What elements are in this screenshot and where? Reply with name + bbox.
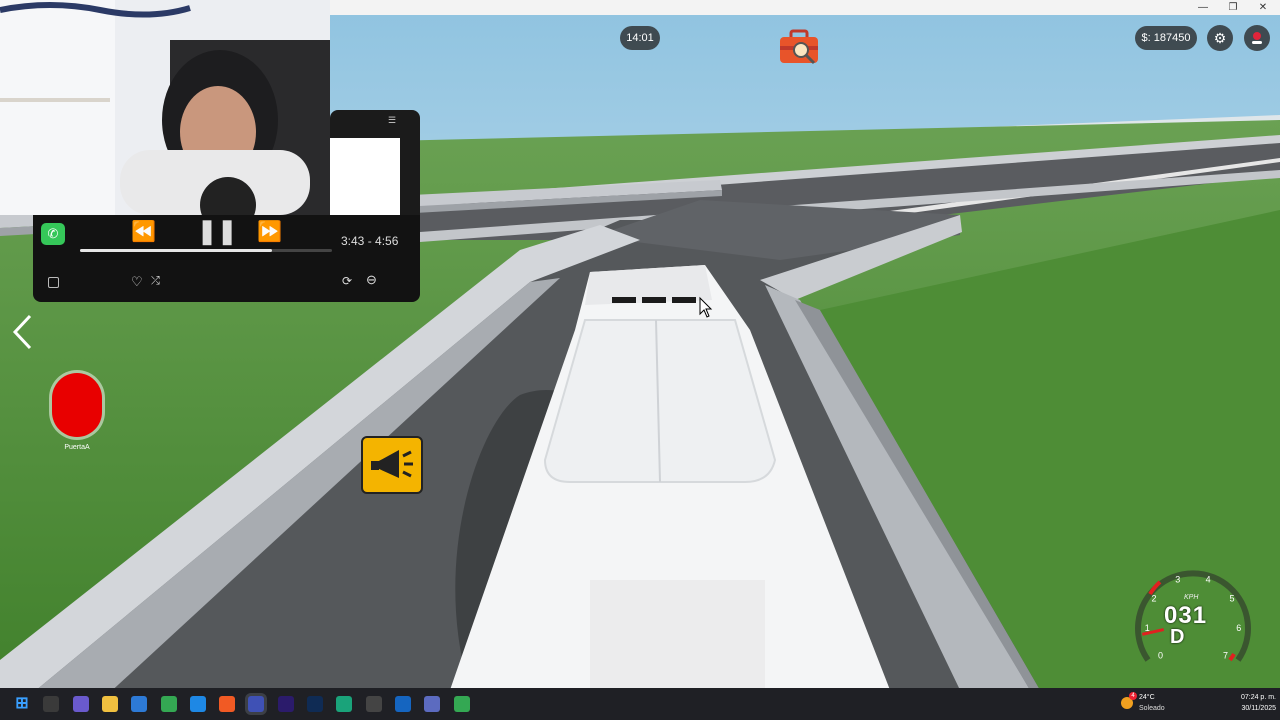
progress-track[interactable] (80, 249, 332, 252)
weather-temp[interactable]: 24°C (1139, 694, 1155, 701)
window-titlebar (330, 0, 1280, 15)
taskbar-time[interactable]: 07:24 p. m. (1220, 694, 1276, 701)
store-icon[interactable] (131, 696, 148, 712)
speed-unit: KPH (1184, 594, 1199, 601)
chrome-profile-icon[interactable] (453, 696, 470, 712)
app-icon[interactable] (424, 696, 441, 712)
heart-icon[interactable]: ♡ (131, 274, 143, 290)
speedometer: 01234567 KPH 031 D (1130, 560, 1256, 670)
windows-start-icon[interactable]: ⊞ (14, 696, 30, 712)
phone-icon[interactable]: ✆ (41, 223, 65, 245)
repeat-icon[interactable]: ⟳ (342, 274, 352, 288)
megaphone-icon[interactable] (361, 436, 423, 494)
obs-icon[interactable] (365, 696, 382, 712)
weather-badge: 4 (1129, 692, 1137, 700)
stop-square-icon[interactable] (48, 277, 59, 288)
close-button[interactable]: ✕ (1248, 0, 1278, 15)
file-explorer-icon[interactable] (101, 696, 118, 712)
money-display: $: 187450 (1135, 26, 1197, 50)
back-arrow-icon[interactable] (10, 313, 36, 351)
rewind-icon[interactable]: ⏪ (131, 219, 156, 244)
pause-icon[interactable]: ❚❚ (197, 217, 237, 246)
shuffle-icon[interactable]: ⤮ (151, 275, 160, 288)
briefcase-search-icon[interactable] (778, 28, 824, 68)
roblox-icon[interactable] (248, 696, 265, 712)
minus-circle-icon[interactable]: ⊖ (366, 272, 377, 288)
brave-icon[interactable] (219, 696, 236, 712)
fast-forward-icon[interactable]: ⏩ (257, 219, 282, 244)
restore-button[interactable]: ❐ (1218, 0, 1248, 15)
chrome-icon[interactable] (160, 696, 177, 712)
speedometer-tick-0: 0 (1158, 651, 1163, 661)
webcam-overlay (0, 0, 330, 215)
weather-desc: Soleado (1139, 705, 1165, 712)
music-player: ✆ ⏪ ❚❚ ⏩ 3:43 - 4:56 ♡ ⤮ ⟳ ⊖ (33, 215, 420, 302)
speedometer-tick-5: 5 (1229, 594, 1234, 604)
record-icon[interactable] (1244, 25, 1270, 51)
edge-icon[interactable] (189, 696, 206, 712)
gear-icon[interactable]: ⚙ (1207, 25, 1233, 51)
photoshop-icon[interactable] (307, 696, 323, 712)
copilot-icon[interactable] (72, 696, 89, 712)
progress-fill (80, 249, 272, 252)
speedometer-tick-7: 7 (1223, 651, 1228, 661)
taskbar-date[interactable]: 30/11/2025 (1220, 705, 1276, 712)
minimize-button[interactable]: — (1188, 0, 1218, 15)
door-button-label: PuertaA (64, 444, 90, 451)
capcut-icon[interactable] (336, 696, 353, 712)
speedometer-tick-4: 4 (1206, 575, 1211, 585)
track-time: 3:43 - 4:56 (341, 234, 399, 248)
speedometer-tick-6: 6 (1236, 623, 1241, 633)
gear-indicator: D (1170, 626, 1185, 648)
premiere-icon[interactable] (277, 696, 294, 712)
game-clock: 14:01 (620, 26, 660, 50)
door-button[interactable] (52, 373, 102, 437)
elephant-icon[interactable] (394, 696, 411, 712)
menu-icon[interactable]: ☰ (388, 115, 396, 126)
album-art (330, 138, 400, 218)
music-artwork-panel: ☰ (330, 110, 420, 218)
task-view-icon[interactable] (43, 696, 60, 712)
speedometer-tick-3: 3 (1175, 575, 1180, 585)
speedometer-tick-2: 2 (1152, 594, 1157, 604)
